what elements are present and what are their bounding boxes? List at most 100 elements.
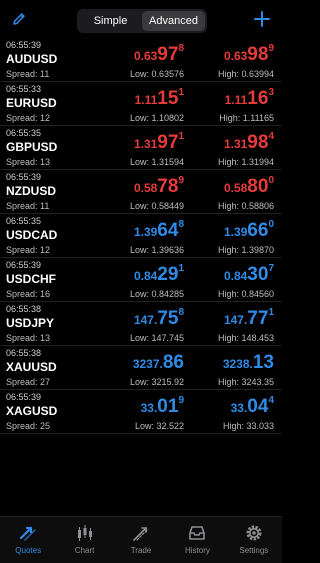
ask-price-pipette: 4 (268, 395, 274, 406)
quote-row[interactable]: 06:55:35 GBPUSD Spread: 13 1.31971 1.31984 Lo… (0, 126, 282, 170)
quote-spread: Spread: 25 (6, 421, 51, 431)
bid-price-prefix: 1.31 (133, 137, 158, 151)
quote-low: Low: 0.58449 (129, 201, 184, 211)
tab-settings[interactable]: Settings (226, 517, 282, 563)
quote-row[interactable]: 06:55:38 XAUUSD Spread: 27 3237.86 3238.13 Lo… (0, 346, 282, 390)
tab-trade[interactable]: Trade (113, 517, 169, 563)
quote-spread: Spread: 12 (6, 245, 51, 255)
history-icon (189, 526, 206, 540)
bid-price: 0.58789 (134, 176, 184, 197)
add-symbol-plus-icon[interactable] (252, 9, 272, 29)
quote-low: Low: 147.745 (129, 333, 184, 343)
bid-price: 33.019 (141, 395, 184, 417)
bid-price: 0.84291 (134, 263, 184, 285)
quote-spread: Spread: 12 (6, 113, 51, 123)
ask-price-prefix: 1.31 (223, 137, 248, 151)
tab-history[interactable]: History (169, 517, 225, 563)
tab-quotes[interactable]: Quotes (0, 517, 56, 563)
quote-high: High: 1.11165 (219, 113, 274, 123)
quote-symbol: USDJPY (6, 316, 55, 330)
quote-row[interactable]: 06:55:38 USDJPY Spread: 13 147.758 147.771 Lo… (0, 302, 282, 346)
quote-low: Low: 1.10802 (129, 113, 184, 123)
quote-high: High: 3243.35 (217, 377, 274, 387)
quote-row[interactable]: 06:55:39 AUDUSD Spread: 11 0.63978 0.63989 Lo… (0, 38, 282, 82)
tab-label-settings: Settings (239, 546, 269, 555)
quote-symbol: EURUSD (6, 96, 57, 110)
ask-price-pipette: 0 (268, 219, 274, 230)
quotes-icon (20, 526, 36, 541)
bid-price-big-digits: 29 (157, 264, 179, 285)
quote-high: High: 0.58806 (217, 201, 274, 211)
ask-price-prefix: 1.39 (223, 225, 248, 239)
quote-time: 06:55:35 (6, 128, 42, 138)
quote-low: Low: 0.63576 (129, 69, 184, 79)
bid-price-big-digits: 78 (157, 176, 179, 197)
ask-price: 33.044 (230, 395, 274, 417)
bid-price-pipette: 1 (178, 263, 184, 274)
settings-icon (246, 525, 262, 541)
ask-price: 1.11163 (224, 88, 274, 109)
ask-price-prefix: 0.63 (223, 49, 248, 63)
quote-spread: Spread: 13 (6, 157, 51, 167)
quote-spread: Spread: 13 (6, 333, 51, 343)
quote-time: 06:55:39 (6, 260, 42, 270)
quote-time: 06:55:38 (6, 348, 42, 358)
bid-price-prefix: 0.63 (133, 49, 158, 63)
segment-simple[interactable]: Simple (79, 11, 142, 31)
bid-price-pipette: 9 (178, 395, 184, 406)
tab-label-quotes: Quotes (15, 546, 42, 555)
quote-row[interactable]: 06:55:39 NZDUSD Spread: 11 0.58789 0.58800 Lo… (0, 170, 282, 214)
ask-price-prefix: 1.11 (224, 93, 248, 107)
quote-high: High: 33.033 (222, 421, 274, 431)
quote-row[interactable]: 06:55:39 XAGUSD Spread: 25 33.019 33.044 Low:… (0, 390, 282, 434)
bid-price: 1.39648 (134, 220, 184, 241)
quote-spread: Spread: 27 (6, 377, 51, 387)
quote-high: High: 0.63994 (217, 69, 274, 79)
bid-price-big-digits: 01 (157, 396, 179, 417)
ask-price-big-digits: 13 (252, 352, 274, 373)
ask-price-pipette: 0 (268, 175, 274, 186)
ask-price: 0.84307 (224, 264, 274, 285)
ask-price-big-digits: 16 (247, 88, 269, 109)
quote-symbol: XAUUSD (6, 360, 57, 374)
bid-price-pipette: 8 (178, 43, 184, 54)
ask-price-prefix: 33. (230, 401, 248, 415)
bid-price-prefix: 3237. (132, 357, 163, 371)
bid-price-pipette: 8 (178, 307, 184, 318)
ask-price-pipette: 1 (268, 307, 274, 318)
segment-advanced[interactable]: Advanced (142, 11, 205, 31)
quotes-list: 06:55:39 AUDUSD Spread: 11 0.63978 0.63989 Lo… (0, 38, 282, 434)
tab-label-trade: Trade (130, 546, 152, 555)
ask-price-big-digits: 77 (247, 308, 269, 329)
quote-symbol: XAGUSD (6, 404, 58, 418)
chart-icon (77, 525, 92, 541)
ask-price-pipette: 9 (268, 43, 274, 54)
bid-price-pipette: 1 (178, 87, 184, 98)
tab-chart[interactable]: Chart (56, 517, 112, 563)
ask-price-big-digits: 98 (247, 44, 269, 65)
quote-symbol: USDCHF (6, 272, 56, 286)
quote-high: High: 1.31994 (217, 157, 274, 167)
edit-pencil-icon[interactable] (11, 11, 27, 27)
bid-price: 1.11151 (135, 87, 184, 109)
bid-price: 147.758 (134, 307, 184, 329)
ask-price-big-digits: 04 (247, 396, 269, 417)
bid-price-big-digits: 75 (157, 308, 179, 329)
bid-price: 3237.86 (133, 353, 184, 372)
ask-price: 1.31984 (223, 132, 274, 153)
quote-symbol: NZDUSD (6, 184, 56, 198)
bid-price-pipette: 1 (178, 131, 184, 142)
quote-symbol: GBPUSD (6, 140, 58, 154)
quote-low: Low: 1.39636 (129, 245, 184, 255)
quote-row[interactable]: 06:55:39 USDCHF Spread: 16 0.84291 0.84307 Lo… (0, 258, 282, 302)
quote-low: Low: 1.31594 (129, 157, 184, 167)
quote-row[interactable]: 06:55:33 EURUSD Spread: 12 1.11151 1.11163 Lo… (0, 82, 282, 126)
view-mode-segmented-control: Simple Advanced (77, 9, 207, 33)
quote-spread: Spread: 11 (6, 201, 50, 211)
ask-price-big-digits: 66 (247, 220, 269, 241)
quote-low: Low: 3215.92 (129, 377, 184, 387)
quote-low: Low: 32.522 (134, 421, 184, 431)
ask-price-big-digits: 80 (247, 176, 269, 197)
quote-row[interactable]: 06:55:35 USDCAD Spread: 12 1.39648 1.39660 Lo… (0, 214, 282, 258)
quote-time: 06:55:35 (6, 216, 42, 226)
